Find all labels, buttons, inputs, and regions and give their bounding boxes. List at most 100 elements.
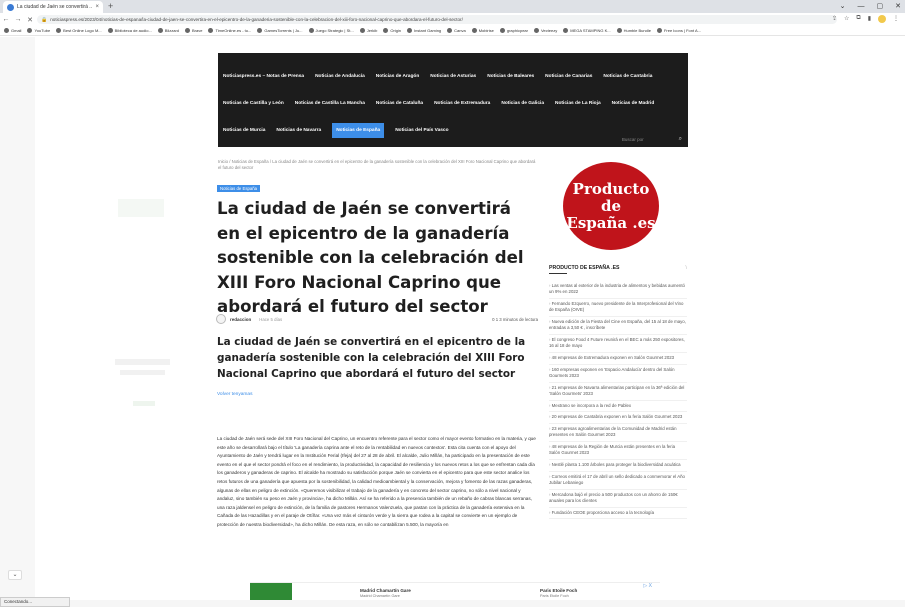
sidebar-news-item[interactable]: Mercadona bajó el precio a 500 productos… bbox=[549, 490, 687, 508]
menu-item[interactable]: Noticias de Cantabria bbox=[603, 74, 652, 79]
extensions-icon[interactable]: ⧉ bbox=[856, 15, 860, 23]
category-badge[interactable]: Noticias de España bbox=[217, 185, 261, 192]
menu-item[interactable]: Noticias de Aragón bbox=[376, 74, 420, 79]
menu-kebab-icon[interactable]: ⋮ bbox=[893, 15, 899, 23]
ad-col1-sub: Madrid Chamartín Gare bbox=[360, 594, 400, 598]
sidebar-news-item[interactable]: 160 empresas exponen en 'Espacio Andaluc… bbox=[549, 365, 687, 383]
menu-item[interactable]: Noticias de Asturias bbox=[430, 74, 476, 79]
bookmark-favicon-icon bbox=[157, 28, 163, 33]
share-icon[interactable]: ⇪ bbox=[832, 15, 837, 23]
producto-de-espana-logo[interactable]: Producto de España .es bbox=[563, 162, 659, 250]
sidebar-news-list: Las ventas al exterior de la industria d… bbox=[549, 281, 687, 520]
sidebar-news-item[interactable]: Correos emitirá el 17 de abril un sello … bbox=[549, 472, 687, 490]
lock-icon[interactable]: 🔒 bbox=[41, 17, 47, 23]
author-name[interactable]: redaccion bbox=[230, 317, 251, 322]
tab-close-icon[interactable]: × bbox=[95, 4, 99, 10]
url-text[interactable]: noticiaspress.es/2023/04/noticias-de-esp… bbox=[50, 17, 463, 22]
sidebar-news-item[interactable]: 48 empresas de la Región de Murcia están… bbox=[549, 442, 687, 460]
menu-item[interactable]: Noticias de Cataluña bbox=[376, 101, 423, 106]
browser-tab[interactable]: La ciudad de Jaén se convertirá ... × bbox=[3, 1, 103, 13]
bookmark-item[interactable]: TimeOnline.es - tu... bbox=[208, 28, 251, 33]
bookmark-item[interactable]: Vecteezy bbox=[533, 28, 557, 33]
site-search[interactable]: Buscar por ⌕ bbox=[622, 136, 682, 143]
menu-item[interactable]: Noticias de Extremadura bbox=[434, 101, 490, 106]
bookmark-label: Mobirise bbox=[478, 28, 494, 33]
sidepanel-icon[interactable]: ▮ bbox=[868, 15, 871, 23]
bookmark-item[interactable]: Best Online Logo M... bbox=[56, 28, 102, 33]
close-window-button[interactable]: ✕ bbox=[895, 1, 901, 12]
bookmark-item[interactable]: graphicpear bbox=[499, 28, 528, 33]
bookmark-item[interactable]: Origin bbox=[383, 28, 401, 33]
menu-item[interactable]: Noticias de Madrid bbox=[612, 101, 655, 106]
bookmark-item[interactable]: Blizzard bbox=[157, 28, 179, 33]
ad-col1-title[interactable]: Madrid Chamartín Gare bbox=[360, 588, 411, 593]
article-title: La ciudad de Jaén se convertirá en el ep… bbox=[217, 199, 524, 317]
sidebar-news-item[interactable]: El congreso Food 4 Future reunirá en el … bbox=[549, 335, 687, 353]
search-input[interactable]: Buscar por bbox=[622, 137, 644, 142]
address-bar[interactable]: 🔒 noticiaspress.es/2023/04/noticias-de-e… bbox=[37, 15, 837, 24]
menu-item[interactable]: Noticias del País Vasco bbox=[395, 128, 448, 138]
bookmark-label: YouTube bbox=[34, 28, 51, 33]
bookmark-favicon-icon bbox=[383, 28, 389, 33]
bookmark-item[interactable]: Mobirise bbox=[471, 28, 494, 33]
bookmark-item[interactable]: Canva bbox=[447, 28, 466, 33]
sidebar-news-item[interactable]: Las ventas al exterior de la industria d… bbox=[549, 281, 687, 299]
sidebar-news-item[interactable]: 23 empresas agroalimentarias de la Comun… bbox=[549, 424, 687, 442]
bookmark-item[interactable]: Jerkib bbox=[359, 28, 377, 33]
menu-item[interactable]: Noticias de Baleares bbox=[487, 74, 534, 79]
site-navigation: Noticiaspress.es – Notas de Prensa Notici… bbox=[218, 53, 688, 147]
bookmark-item[interactable]: MEGA STAMPING K... bbox=[563, 28, 611, 33]
maximize-button[interactable]: ▢ bbox=[877, 1, 884, 12]
ad-col2-title[interactable]: Paris Etoile Foch bbox=[540, 588, 577, 593]
back-link[interactable]: Volver tenyamas bbox=[217, 392, 252, 397]
bookmark-item[interactable]: GamesTorrents | Ju... bbox=[257, 28, 303, 33]
bookmark-favicon-icon bbox=[257, 28, 263, 33]
sidebar-news-item[interactable]: Fernando Ezquerro, nuevo presidente de l… bbox=[549, 299, 687, 317]
bookmark-star-icon[interactable]: ☆ bbox=[844, 15, 849, 23]
sidebar-news-item[interactable]: 48 empresas de Extremadura exponen en Sa… bbox=[549, 353, 687, 365]
menu-item[interactable]: Noticias de Murcia bbox=[223, 128, 265, 138]
bookmark-item[interactable]: Instant Gaming bbox=[407, 28, 441, 33]
menu-item[interactable]: Noticiaspress.es – Notas de Prensa bbox=[223, 74, 304, 79]
tab-search-icon[interactable]: ⌄ bbox=[840, 1, 846, 12]
bookmark-favicon-icon bbox=[185, 28, 191, 33]
sidebar-news-item[interactable]: 20 empresas de Cantabria exponen en la f… bbox=[549, 412, 687, 424]
scroll-down-icon[interactable]: ⌄ bbox=[8, 570, 22, 580]
bookmark-item[interactable]: Biblioteca de audio... bbox=[107, 28, 152, 33]
stop-loading-icon[interactable]: ✕ bbox=[24, 16, 36, 24]
author-avatar[interactable] bbox=[216, 314, 226, 324]
ad-choices-icon[interactable]: ▷ X bbox=[643, 583, 652, 589]
menu-item[interactable]: Noticias de La Rioja bbox=[555, 101, 601, 106]
bookmark-item[interactable]: Juego Strategic | St... bbox=[308, 28, 354, 33]
ad-image[interactable] bbox=[250, 583, 292, 600]
new-tab-button[interactable]: + bbox=[108, 1, 113, 12]
rss-icon[interactable]: \ bbox=[686, 265, 687, 271]
forward-icon[interactable]: → bbox=[12, 16, 24, 23]
sidebar-news-item[interactable]: Nueva edición de la Fiesta del Cine en E… bbox=[549, 317, 687, 335]
sidebar-news-item[interactable]: Nestlé planta 1.100 árboles para protege… bbox=[549, 460, 687, 472]
menu-item[interactable]: Noticias de Navarra bbox=[276, 128, 321, 138]
sidebar-news-item[interactable]: Fundación CEOE proporciona acceso a la t… bbox=[549, 508, 687, 520]
menu-item[interactable]: Noticias de Andalucía bbox=[315, 74, 365, 79]
bookmark-item[interactable]: YouTube bbox=[27, 28, 50, 33]
sidebar-news-item[interactable]: Mextrano se incorpora a la red de Pablex bbox=[549, 401, 687, 413]
search-icon[interactable]: ⌕ bbox=[679, 136, 682, 143]
bookmark-label: Instant Gaming bbox=[414, 28, 442, 33]
back-icon[interactable]: ← bbox=[0, 16, 12, 23]
bookmark-item[interactable]: Humble Bundle bbox=[616, 28, 651, 33]
bookmark-item[interactable]: Brave bbox=[185, 28, 202, 33]
bookmark-item[interactable]: Gmail bbox=[4, 28, 21, 33]
minimize-button[interactable]: — bbox=[858, 1, 865, 12]
breadcrumb[interactable]: Inicio / Noticias de España / La ciudad … bbox=[218, 159, 538, 171]
bookmark-item[interactable]: Free Icons | Font A... bbox=[656, 28, 701, 33]
profile-avatar[interactable] bbox=[878, 15, 886, 23]
menu-item[interactable]: Noticias de España bbox=[332, 123, 385, 138]
menu-item[interactable]: Noticias de Castilla y León bbox=[223, 101, 284, 106]
bookmark-label: Brave bbox=[192, 28, 203, 33]
logo-line-2: España .es bbox=[566, 213, 656, 232]
menu-item[interactable]: Noticias de Castilla La Mancha bbox=[295, 101, 365, 106]
menu-item[interactable]: Noticias de Galicia bbox=[501, 101, 544, 106]
left-gutter bbox=[0, 37, 35, 597]
sidebar-news-item[interactable]: 21 empresas de Navarra alimentarias part… bbox=[549, 383, 687, 401]
menu-item[interactable]: Noticias de Canarias bbox=[545, 74, 592, 79]
